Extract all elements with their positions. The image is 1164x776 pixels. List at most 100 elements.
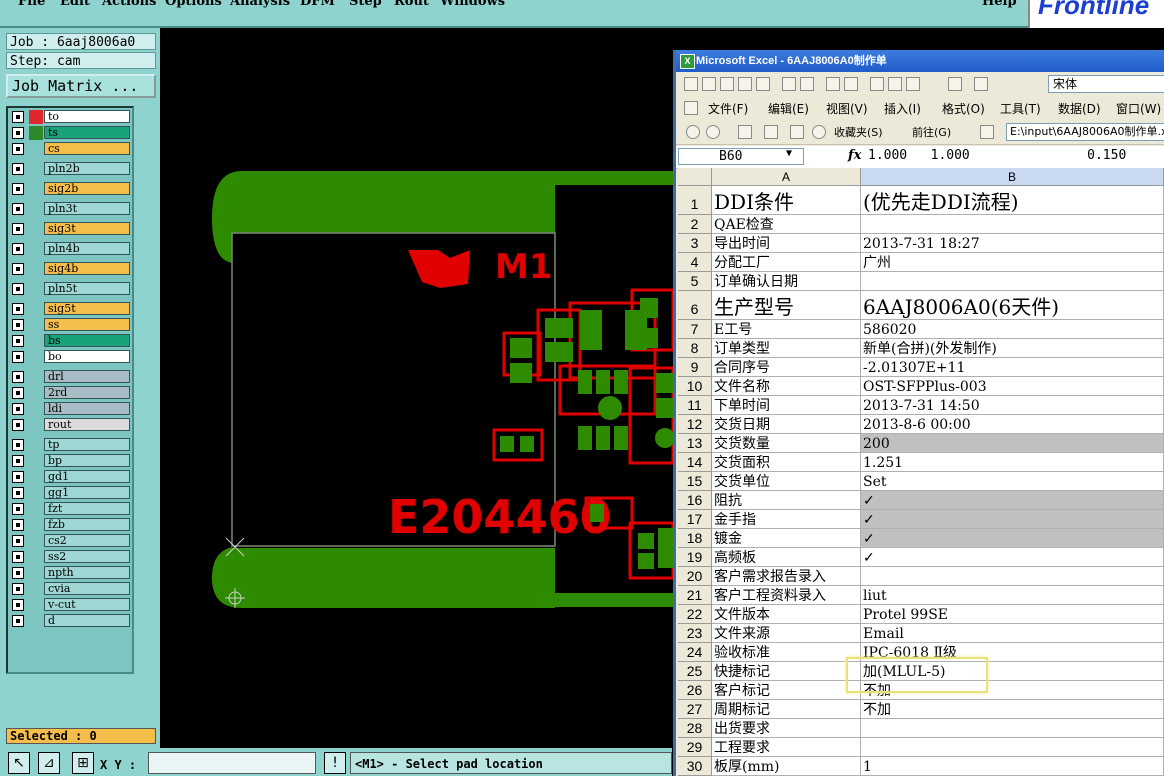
menu-step[interactable]: Step — [349, 0, 382, 9]
cell-b[interactable]: Protel 99SE — [861, 605, 1164, 624]
row-header[interactable]: 6 — [678, 291, 712, 320]
cell-a[interactable]: 验收标准 — [712, 643, 861, 662]
row-header[interactable]: 1 — [678, 186, 712, 215]
cell-b[interactable]: 1 — [861, 757, 1164, 776]
layer-row-bp[interactable]: bp — [12, 454, 130, 468]
layer-checkbox[interactable] — [12, 203, 24, 215]
cell-a[interactable]: 快捷标记 — [712, 662, 861, 681]
cell-a[interactable]: 交货面积 — [712, 453, 861, 472]
layer-row-pln4b[interactable]: pln4b — [12, 242, 130, 256]
cell-b[interactable] — [861, 215, 1164, 234]
layer-checkbox[interactable] — [12, 163, 24, 175]
print-icon[interactable] — [782, 77, 796, 91]
row-header[interactable]: 18 — [678, 529, 712, 548]
layer-color-swatch[interactable] — [29, 598, 43, 612]
cell-b[interactable]: (优先走DDI流程) — [861, 186, 1164, 215]
cell-b[interactable]: 新单(合拼)(外发制作) — [861, 339, 1164, 358]
cell-b[interactable]: 586020 — [861, 320, 1164, 339]
layer-name[interactable]: gd1 — [44, 470, 130, 483]
cell-a[interactable]: QAE检查 — [712, 215, 861, 234]
layer-row-cvia[interactable]: cvia — [12, 582, 130, 596]
menu-options[interactable]: Options — [165, 0, 222, 9]
cell-a[interactable]: 文件来源 — [712, 624, 861, 643]
layer-color-swatch[interactable] — [29, 242, 43, 256]
layer-name[interactable]: sig4b — [44, 262, 130, 275]
layer-color-swatch[interactable] — [29, 282, 43, 296]
layer-checkbox[interactable] — [12, 567, 24, 579]
row-header[interactable]: 14 — [678, 453, 712, 472]
cell-b[interactable]: 1.251 — [861, 453, 1164, 472]
layer-name[interactable]: v-cut — [44, 598, 130, 611]
layer-name[interactable]: cs — [44, 142, 130, 155]
row-header[interactable]: 30 — [678, 757, 712, 776]
layer-name[interactable]: fzb — [44, 518, 130, 531]
layer-row-pln5t[interactable]: pln5t — [12, 282, 130, 296]
layer-checkbox[interactable] — [12, 111, 24, 123]
layer-name[interactable]: bs — [44, 334, 130, 347]
row-header[interactable]: 25 — [678, 662, 712, 681]
layer-checkbox[interactable] — [12, 143, 24, 155]
menu-edit[interactable]: Edit — [60, 0, 90, 9]
menu-edit-cn[interactable]: 编辑(E) — [768, 100, 809, 117]
cell-b[interactable]: 不加 — [861, 700, 1164, 719]
layer-row-npth[interactable]: npth — [12, 566, 130, 580]
row-header[interactable]: 26 — [678, 681, 712, 700]
forward-icon[interactable] — [706, 125, 720, 139]
layer-checkbox[interactable] — [12, 319, 24, 331]
email-icon[interactable] — [756, 77, 770, 91]
layer-row-cs[interactable]: cs — [12, 142, 130, 156]
layer-checkbox[interactable] — [12, 263, 24, 275]
cell-b[interactable]: -2.01307E+11 — [861, 358, 1164, 377]
layer-color-swatch[interactable] — [29, 182, 43, 196]
layer-color-swatch[interactable] — [29, 302, 43, 316]
snap-tool-icon[interactable]: ⊞ — [72, 752, 94, 774]
layer-color-swatch[interactable] — [29, 454, 43, 468]
cell-a[interactable]: 合同序号 — [712, 358, 861, 377]
layer-checkbox[interactable] — [12, 419, 24, 431]
cell-a[interactable]: 交货单位 — [712, 472, 861, 491]
row-header[interactable]: 4 — [678, 253, 712, 272]
paste-icon[interactable] — [906, 77, 920, 91]
layer-checkbox[interactable] — [12, 439, 24, 451]
cell-a[interactable]: 客户标记 — [712, 681, 861, 700]
pointer-tool-icon[interactable]: ↖ — [8, 752, 30, 774]
layer-color-swatch[interactable] — [29, 162, 43, 176]
format-painter-icon[interactable] — [948, 77, 962, 91]
layer-row-pln3t[interactable]: pln3t — [12, 202, 130, 216]
row-header[interactable]: 20 — [678, 567, 712, 586]
menu-tools-cn[interactable]: 工具(T) — [1000, 100, 1041, 117]
cell-a[interactable]: 工程要求 — [712, 738, 861, 757]
layer-row-fzb[interactable]: fzb — [12, 518, 130, 532]
layer-row-sig3t[interactable]: sig3t — [12, 222, 130, 236]
layer-checkbox[interactable] — [12, 127, 24, 139]
layer-color-swatch[interactable] — [29, 486, 43, 500]
row-header[interactable]: 19 — [678, 548, 712, 567]
favorites-menu[interactable]: 收藏夹(S) — [834, 124, 883, 140]
layer-name[interactable]: fzt — [44, 502, 130, 515]
layer-color-swatch[interactable] — [29, 202, 43, 216]
cell-b[interactable]: 广州 — [861, 253, 1164, 272]
formula-value[interactable]: 1.000 1.000 0.150 28 — [868, 148, 1164, 163]
cell-b[interactable]: Set — [861, 472, 1164, 491]
row-header[interactable]: 9 — [678, 358, 712, 377]
menu-format-cn[interactable]: 格式(O) — [942, 100, 985, 117]
stop-icon[interactable] — [738, 125, 752, 139]
xy-input[interactable] — [148, 752, 316, 774]
menu-windows[interactable]: Windows — [440, 0, 505, 9]
layer-color-swatch[interactable] — [29, 614, 43, 628]
layer-row-bs[interactable]: bs — [12, 334, 130, 348]
menu-file-cn[interactable]: 文件(F) — [708, 100, 748, 117]
cell-a[interactable]: 下单时间 — [712, 396, 861, 415]
layer-row-gg1[interactable]: gg1 — [12, 486, 130, 500]
row-header[interactable]: 7 — [678, 320, 712, 339]
layer-checkbox[interactable] — [12, 615, 24, 627]
layer-color-swatch[interactable] — [29, 262, 43, 276]
column-header-b[interactable]: B — [861, 168, 1164, 186]
layer-color-swatch[interactable] — [29, 110, 43, 124]
cell-b[interactable] — [861, 738, 1164, 757]
layer-color-swatch[interactable] — [29, 418, 43, 432]
layer-name[interactable]: cs2 — [44, 534, 130, 547]
layer-row-cs2[interactable]: cs2 — [12, 534, 130, 548]
back-icon[interactable] — [686, 125, 700, 139]
layer-name[interactable]: drl — [44, 370, 130, 383]
